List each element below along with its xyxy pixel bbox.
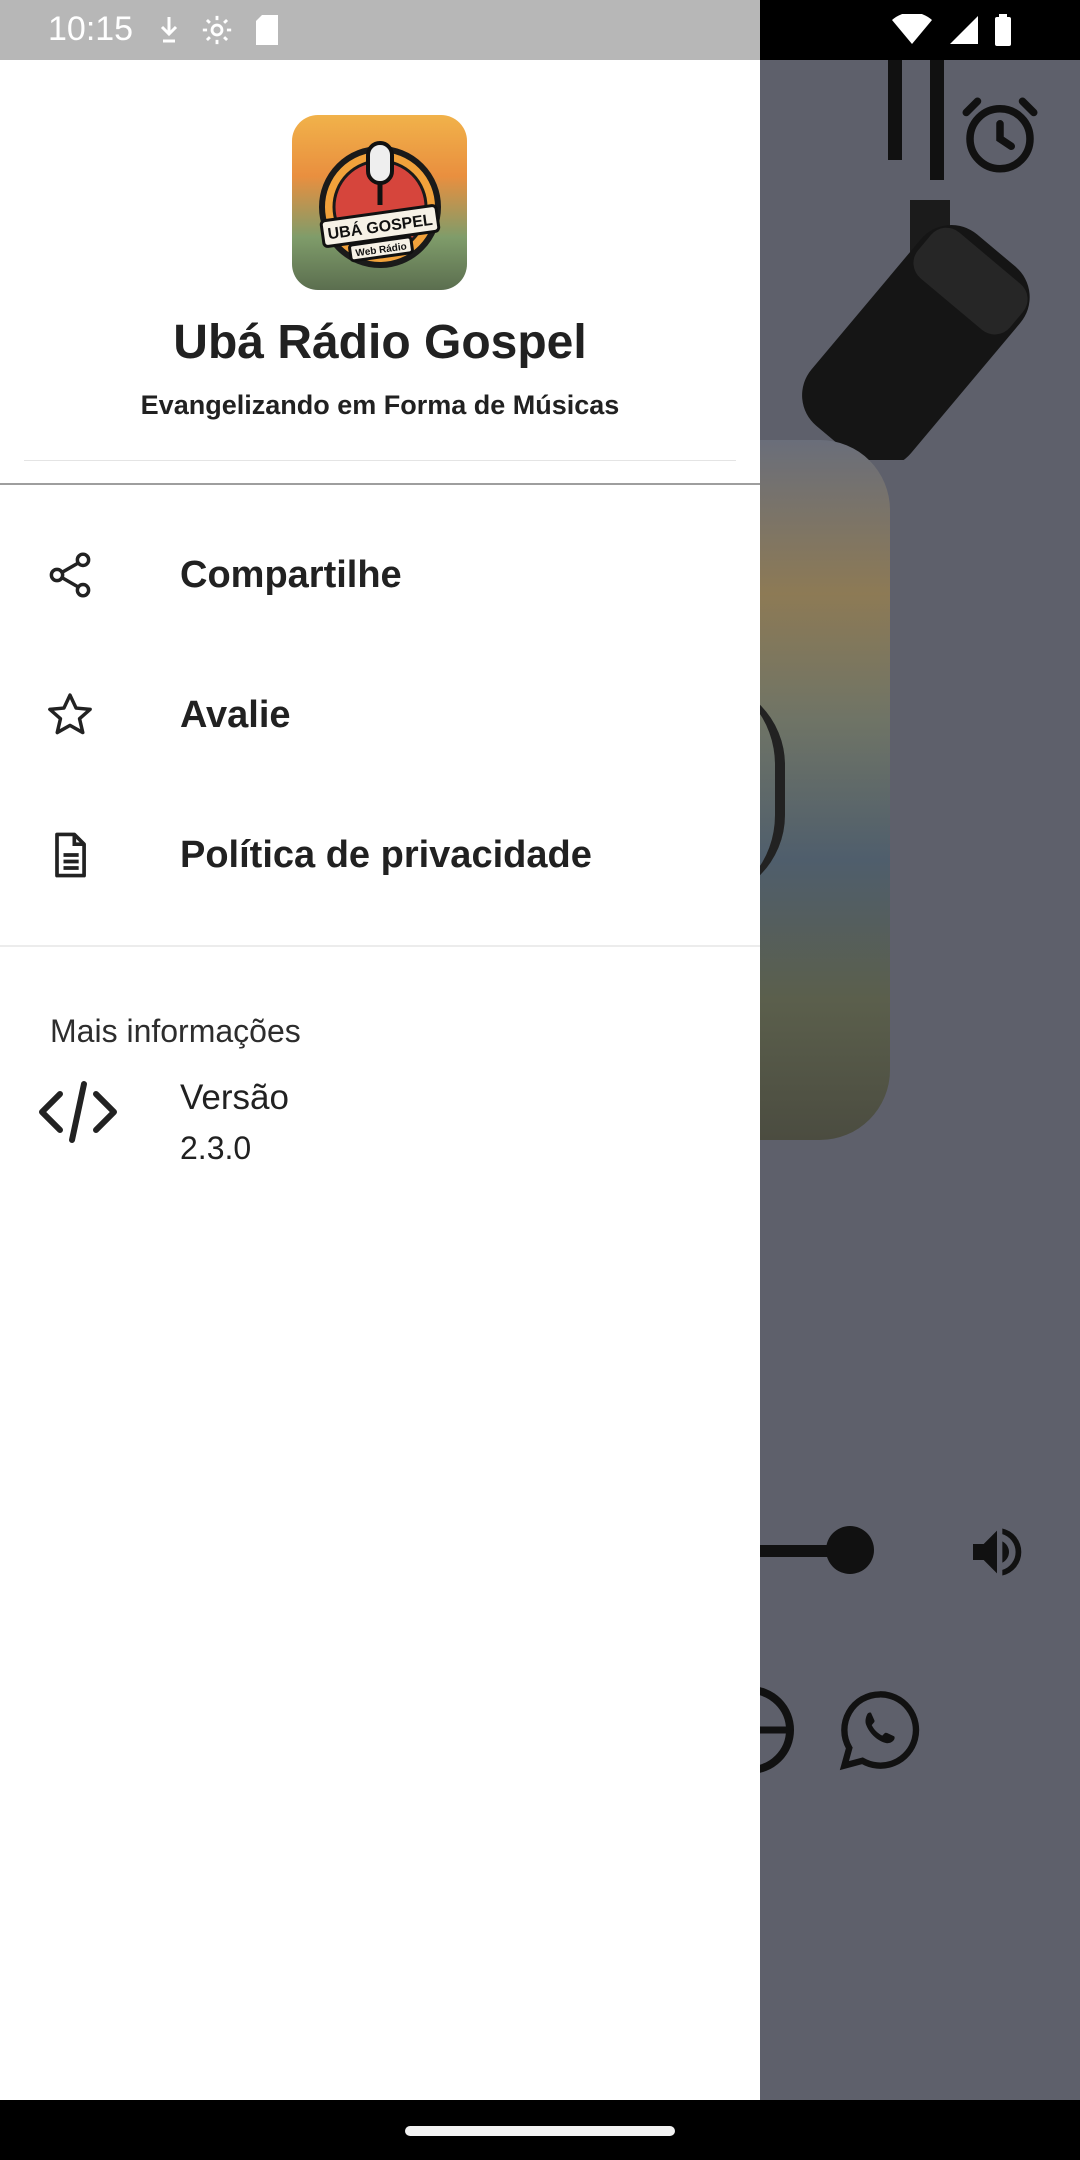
code-icon: [38, 1080, 118, 1144]
menu-item-share[interactable]: Compartilhe: [0, 505, 760, 645]
download-arrow-icon: [160, 17, 178, 43]
version-value: 2.3.0: [180, 1130, 252, 1166]
app-name: Ubá Rádio Gospel: [173, 316, 587, 369]
alarm-clock-icon[interactable]: [955, 90, 1045, 180]
section-title-more-info: Mais informações: [50, 1013, 301, 1049]
drawer-menu: Compartilhe Avalie Política de privacida…: [0, 485, 760, 925]
menu-item-privacy-policy[interactable]: Política de privacidade: [0, 785, 760, 925]
home-gesture-handle[interactable]: [405, 2126, 675, 2136]
menu-item-label: Compartilhe: [180, 553, 402, 596]
version-title: Versão: [180, 1078, 289, 1117]
volume-icon[interactable]: [965, 1520, 1029, 1584]
logo-badge-icon: UBÁ GOSPEL Web Rádio: [319, 141, 441, 268]
document-icon: [42, 827, 98, 883]
status-bar: 10:15: [0, 0, 760, 60]
menu-item-label: Avalie: [180, 693, 291, 736]
menu-item-label: Política de privacidade: [180, 833, 592, 876]
share-icon: [42, 547, 98, 603]
header-divider: [24, 460, 736, 461]
star-icon: [42, 687, 98, 743]
battery-icon: [995, 14, 1011, 46]
settings-gear-icon: [202, 15, 232, 45]
sd-card-icon: [256, 15, 278, 45]
whatsapp-icon[interactable]: [835, 1685, 925, 1775]
system-navigation-bar: [0, 2100, 1080, 2160]
signal-icon: [950, 16, 978, 44]
status-bar-right: [760, 0, 1080, 60]
app-tagline: Evangelizando em Forma de Músicas: [140, 390, 620, 420]
app-logo: UBÁ GOSPEL Web Rádio: [292, 115, 467, 290]
wifi-icon: [892, 14, 932, 44]
menu-item-rate[interactable]: Avalie: [0, 645, 760, 785]
info-item-version: Versão 2.3.0: [0, 1070, 760, 1200]
drawer-header: UBÁ GOSPEL Web Rádio Ubá Rádio Gospel Ev…: [0, 60, 760, 483]
section-divider: [0, 945, 760, 947]
navigation-drawer: UBÁ GOSPEL Web Rádio Ubá Rádio Gospel Ev…: [0, 60, 760, 2100]
volume-slider-knob[interactable]: [826, 1526, 874, 1574]
status-time: 10:15: [48, 10, 134, 48]
